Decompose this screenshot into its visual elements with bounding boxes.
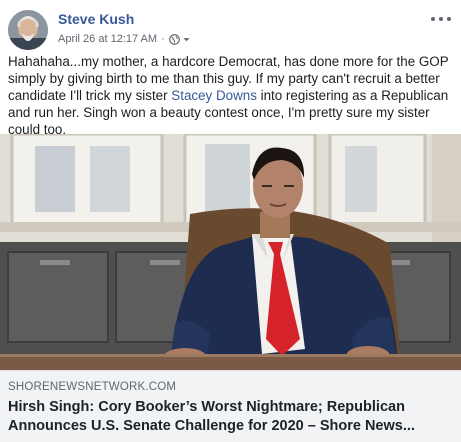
post-timestamp[interactable]: April 26 at 12:17 AM bbox=[58, 33, 157, 45]
post-meta: April 26 at 12:17 AM · bbox=[58, 33, 191, 45]
caret-down-icon[interactable] bbox=[182, 35, 191, 44]
globe-icon[interactable] bbox=[168, 33, 180, 45]
more-options-icon[interactable] bbox=[431, 14, 451, 24]
author-name[interactable]: Steve Kush bbox=[58, 11, 134, 27]
link-domain: SHORENEWSNETWORK.COM bbox=[8, 381, 177, 393]
link-headline[interactable]: Hirsh Singh: Cory Booker’s Worst Nightma… bbox=[8, 398, 456, 436]
link-preview-image[interactable] bbox=[0, 134, 461, 370]
avatar-photo bbox=[8, 10, 48, 50]
more-dot bbox=[431, 17, 435, 21]
candidate-photo bbox=[0, 134, 461, 370]
link-preview[interactable]: SHORENEWSNETWORK.COM Hirsh Singh: Cory B… bbox=[0, 370, 461, 442]
facebook-post: Steve Kush April 26 at 12:17 AM · Hahaha… bbox=[0, 0, 461, 442]
meta-separator: · bbox=[161, 33, 165, 45]
post-text: Hahahaha...my mother, a hardcore Democra… bbox=[8, 53, 456, 138]
avatar[interactable] bbox=[8, 10, 48, 50]
more-dot bbox=[447, 17, 451, 21]
more-dot bbox=[439, 17, 443, 21]
mention-link[interactable]: Stacey Downs bbox=[171, 88, 257, 103]
post-header: Steve Kush April 26 at 12:17 AM · bbox=[0, 0, 461, 50]
